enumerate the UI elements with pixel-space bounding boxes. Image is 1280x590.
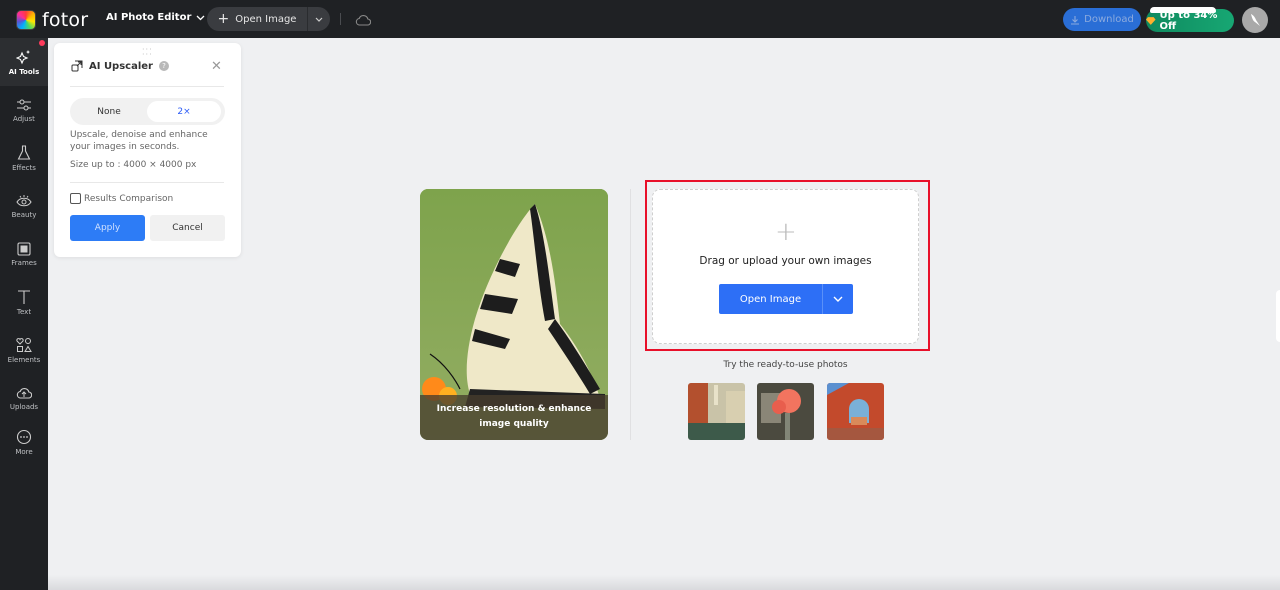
- divider: [630, 189, 631, 440]
- sidebar-item-label: Elements: [7, 355, 41, 364]
- logo-icon: [16, 10, 36, 30]
- cloud-upload-icon: [16, 387, 32, 399]
- checkbox-box[interactable]: [70, 193, 81, 204]
- fotor-logo[interactable]: fotor: [16, 9, 88, 31]
- open-image-label: Open Image: [235, 13, 297, 25]
- sidebar-item-more[interactable]: More: [0, 418, 48, 466]
- drop-text: Drag or upload your own images: [699, 255, 872, 267]
- venice-canal-image: [688, 383, 745, 440]
- more-icon: [16, 429, 32, 444]
- panel-header: AI Upscaler ?: [71, 60, 169, 72]
- chevron-down-icon: [196, 15, 205, 20]
- chevron-down-icon: [833, 296, 843, 302]
- apply-button[interactable]: Apply: [70, 215, 145, 241]
- drag-handle[interactable]: ··· ···: [142, 46, 153, 59]
- panel-title: AI Upscaler: [89, 60, 153, 72]
- open-image-split-button: Open Image: [719, 284, 853, 314]
- scale-option-2x[interactable]: 2×: [147, 101, 221, 122]
- pink-peonies-image: [757, 383, 814, 440]
- sidebar-item-label: More: [15, 447, 33, 456]
- open-image-dropdown-button[interactable]: [307, 7, 330, 31]
- open-image-button[interactable]: Open Image: [719, 284, 822, 314]
- sidebar-item-label: Effects: [12, 163, 36, 172]
- sidebar-item-label: Beauty: [11, 210, 37, 219]
- chevron-down-icon: [315, 17, 323, 22]
- sample-photo-archway[interactable]: [827, 383, 884, 440]
- download-button[interactable]: Download: [1063, 8, 1141, 31]
- sidebar-item-text[interactable]: Text: [0, 278, 48, 326]
- top-bar: fotor AI Photo Editor + Open Image Downl…: [0, 0, 1280, 38]
- scale-option-none[interactable]: None: [72, 101, 146, 122]
- sidebar-item-effects[interactable]: Effects: [0, 134, 48, 182]
- plus-icon: +: [775, 217, 797, 247]
- avatar[interactable]: [1242, 7, 1268, 33]
- open-image-button[interactable]: + Open Image: [207, 7, 307, 31]
- try-photos-label: Try the ready-to-use photos: [723, 360, 848, 370]
- sliders-icon: [17, 99, 31, 110]
- promo-snow-decoration: [1150, 7, 1216, 13]
- help-icon[interactable]: ?: [159, 61, 169, 71]
- divider: [340, 13, 341, 25]
- divider: [70, 86, 224, 87]
- sidebar-item-label: Adjust: [13, 114, 35, 123]
- cloud-icon[interactable]: [355, 11, 372, 30]
- sidebar-item-label: Frames: [11, 258, 37, 267]
- plus-icon: +: [217, 10, 230, 27]
- app-menu-dropdown[interactable]: AI Photo Editor: [106, 12, 205, 23]
- notification-dot: [39, 40, 45, 46]
- download-icon: [1071, 15, 1080, 25]
- left-sidebar: AI Tools Adjust Effects Beauty Frames Te…: [0, 38, 48, 590]
- download-label: Download: [1084, 14, 1134, 25]
- divider: [70, 182, 224, 183]
- ai-upscaler-panel: ··· ··· AI Upscaler ? ✕ None 2× Upscale, …: [54, 43, 241, 257]
- sidebar-item-frames[interactable]: Frames: [0, 230, 48, 278]
- bottom-scroll-area: [48, 575, 1280, 590]
- sidebar-item-adjust[interactable]: Adjust: [0, 86, 48, 134]
- results-comparison-label: Results Comparison: [84, 193, 174, 204]
- results-comparison-checkbox[interactable]: Results Comparison: [70, 193, 173, 204]
- right-panel-handle[interactable]: [1276, 290, 1280, 342]
- open-image-group: + Open Image: [207, 7, 330, 31]
- upload-drop-zone[interactable]: + Drag or upload your own images Open Im…: [652, 189, 919, 344]
- demo-caption: Increase resolution & enhance image qual…: [420, 395, 608, 440]
- avatar-bird-icon: [1251, 14, 1260, 26]
- sidebar-item-label: Text: [16, 307, 32, 316]
- close-icon[interactable]: ✕: [211, 60, 222, 73]
- sidebar-item-label: Uploads: [9, 402, 39, 411]
- upscale-icon: [71, 60, 83, 72]
- scale-selector: None 2×: [70, 98, 225, 125]
- app-menu-label: AI Photo Editor: [106, 12, 192, 23]
- flask-icon: [17, 144, 31, 160]
- demo-card: Increase resolution & enhance image qual…: [420, 189, 608, 440]
- sparkle-icon: [16, 49, 30, 64]
- sidebar-item-elements[interactable]: Elements: [0, 326, 48, 374]
- red-archway-image: [827, 383, 884, 440]
- sidebar-item-beauty[interactable]: Beauty: [0, 182, 48, 230]
- open-image-dropdown-button[interactable]: [822, 284, 853, 314]
- sample-photo-peonies[interactable]: [757, 383, 814, 440]
- frame-icon: [17, 241, 31, 256]
- diamond-icon: [1146, 16, 1156, 25]
- eye-icon: [16, 194, 32, 206]
- text-icon: [18, 289, 30, 304]
- sidebar-item-uploads[interactable]: Uploads: [0, 374, 48, 422]
- sidebar-item-label: AI Tools: [8, 67, 40, 76]
- cancel-button[interactable]: Cancel: [150, 215, 225, 241]
- sample-photo-venice[interactable]: [688, 383, 745, 440]
- size-note: Size up to : 4000 × 4000 px: [70, 160, 197, 170]
- panel-description: Upscale, denoise and enhance your images…: [70, 130, 208, 152]
- shapes-icon: [16, 337, 32, 352]
- logo-text: fotor: [42, 9, 89, 31]
